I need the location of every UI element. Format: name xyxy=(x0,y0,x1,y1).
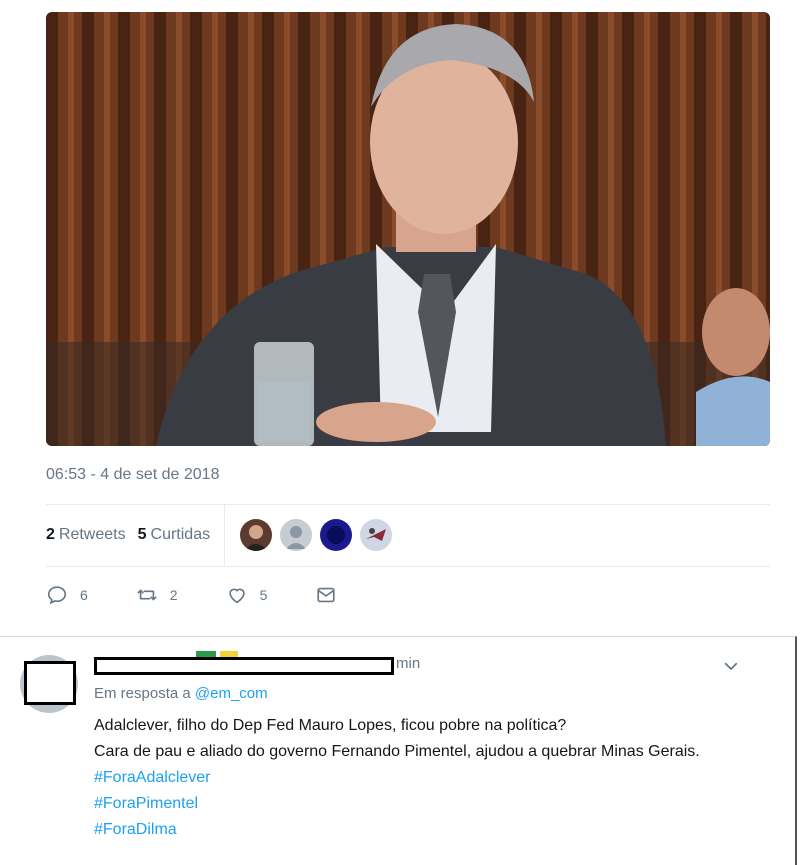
likes-stat[interactable]: 5 Curtidas xyxy=(138,526,210,544)
like-count: 5 xyxy=(259,587,268,603)
liker-avatar[interactable] xyxy=(279,518,314,552)
retweet-button[interactable]: 2 xyxy=(136,584,178,606)
like-icon xyxy=(228,588,245,604)
liker-avatar[interactable] xyxy=(239,518,274,552)
tweet-photo[interactable] xyxy=(46,12,770,446)
like-button[interactable]: 5 xyxy=(226,584,268,606)
liker-avatars xyxy=(239,518,394,552)
chevron-down-icon[interactable] xyxy=(722,657,740,675)
hashtag-link[interactable]: #ForaPimentel xyxy=(94,791,754,817)
in-reply-to: Em resposta a @em_com xyxy=(94,685,268,702)
reply-line: Adalclever, filho do Dep Fed Mauro Lopes… xyxy=(94,717,567,734)
divider-bottom xyxy=(46,566,770,567)
retweet-count: 2 xyxy=(169,587,178,603)
liker-avatar[interactable] xyxy=(359,518,394,552)
retweet-icon xyxy=(137,589,157,601)
likes-count: 5 xyxy=(137,526,147,543)
in-reply-prefix: Em resposta a xyxy=(94,685,191,702)
hashtag-link[interactable]: #ForaAdalclever xyxy=(94,765,754,791)
photo-image xyxy=(46,12,770,446)
tweet-timestamp[interactable]: 06:53 - 4 de set de 2018 xyxy=(46,466,219,484)
retweets-stat[interactable]: 2 Retweets xyxy=(46,526,126,544)
dm-icon xyxy=(317,587,336,603)
hashtag-link[interactable]: #ForaDilma xyxy=(94,817,754,843)
reply-button[interactable]: 6 xyxy=(46,584,88,606)
mention-link[interactable]: @em_com xyxy=(195,685,268,702)
username-redaction xyxy=(94,657,394,675)
reply-time[interactable]: min xyxy=(396,655,420,672)
likes-label: Curtidas xyxy=(150,526,211,543)
retweets-label: Retweets xyxy=(58,526,126,543)
tweet-actions: 6 2 5 xyxy=(46,580,397,610)
reply-icon xyxy=(47,586,67,605)
engagement-stats: 2 Retweets 5 Curtidas xyxy=(46,504,770,566)
retweets-count: 2 xyxy=(46,526,55,543)
avatar-redaction xyxy=(24,661,76,705)
reply-line: Cara de pau e aliado do governo Fernando… xyxy=(94,743,700,760)
reply-tweet[interactable]: min Em resposta a @em_com Adalclever, fi… xyxy=(0,636,797,865)
direct-message-button[interactable] xyxy=(315,584,349,606)
liker-avatar[interactable] xyxy=(319,518,354,552)
reply-text: Adalclever, filho do Dep Fed Mauro Lopes… xyxy=(94,713,754,843)
stats-separator xyxy=(224,504,226,566)
reply-count: 6 xyxy=(80,587,88,603)
